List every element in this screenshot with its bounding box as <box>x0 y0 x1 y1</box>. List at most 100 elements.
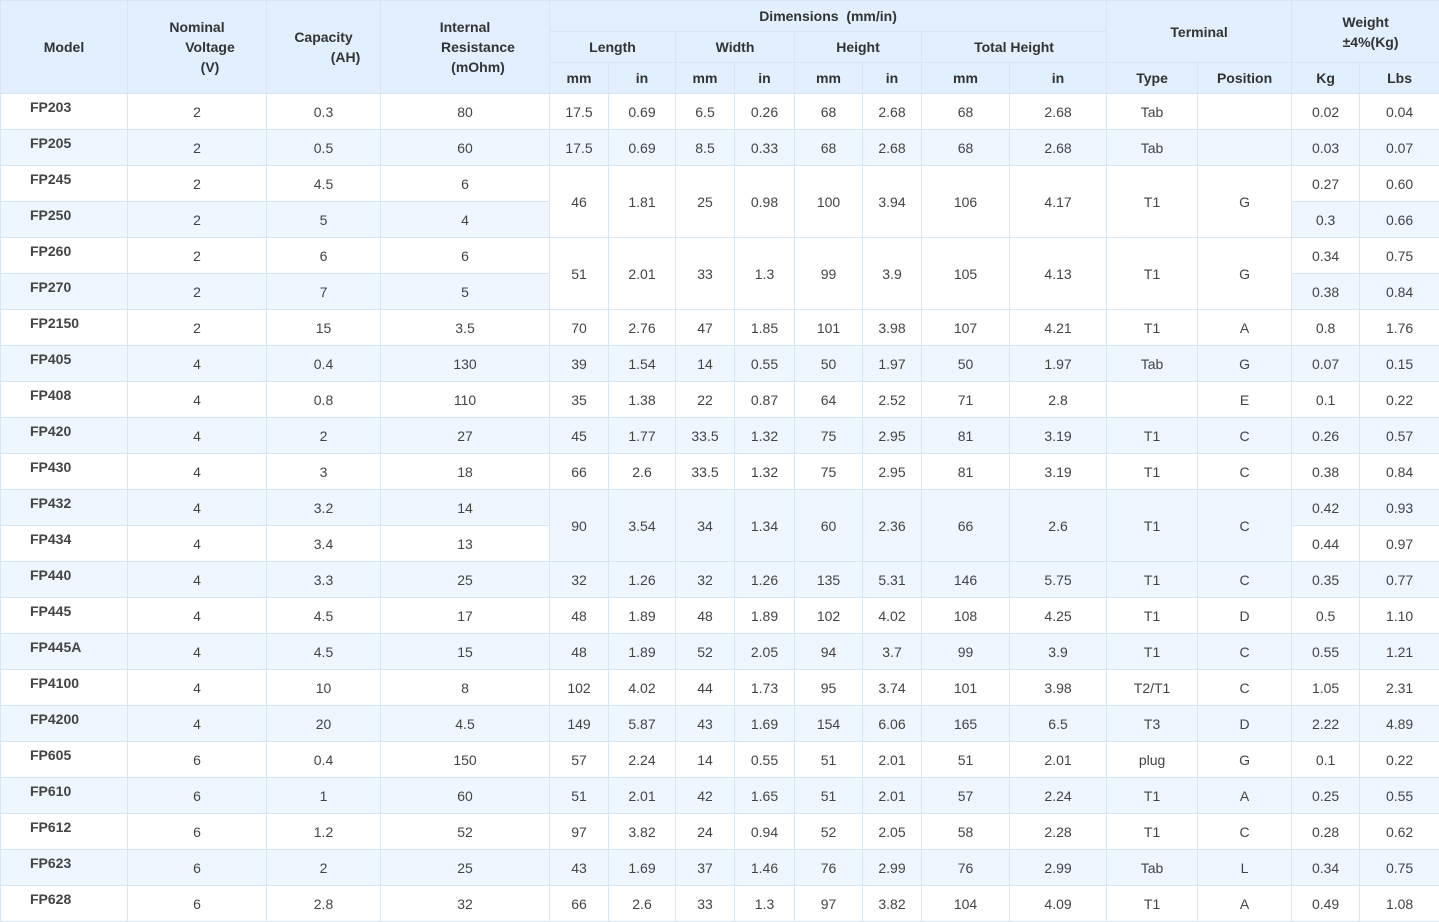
total-height-in-cell: 4.25 <box>1010 598 1107 634</box>
weight-lbs-cell: 1.08 <box>1360 886 1439 922</box>
weight-lbs-cell: 0.07 <box>1360 130 1439 166</box>
header-voltage-line1: Nominal <box>169 19 224 35</box>
height-in-cell: 5.31 <box>863 562 922 598</box>
capacity-cell: 2.8 <box>267 886 381 922</box>
voltage-cell: 2 <box>128 238 267 274</box>
weight-kg-cell: 0.35 <box>1292 562 1360 598</box>
width-mm-cell: 33 <box>676 238 735 310</box>
weight-kg-cell: 0.55 <box>1292 634 1360 670</box>
model-cell: FP612 <box>1 814 128 850</box>
width-mm-cell: 47 <box>676 310 735 346</box>
total-height-mm-cell: 107 <box>922 310 1010 346</box>
resistance-cell: 130 <box>381 346 550 382</box>
length-in-cell: 3.82 <box>609 814 676 850</box>
capacity-cell: 20 <box>267 706 381 742</box>
resistance-cell: 25 <box>381 850 550 886</box>
total-height-mm-cell: 81 <box>922 454 1010 490</box>
table-row: FP21502153.5702.76471.851013.981074.21T1… <box>1 310 1439 346</box>
length-in-cell: 4.02 <box>609 670 676 706</box>
width-in-cell: 1.3 <box>735 238 795 310</box>
capacity-cell: 3 <box>267 454 381 490</box>
width-mm-cell: 22 <box>676 382 735 418</box>
resistance-cell: 80 <box>381 94 550 130</box>
capacity-cell: 0.4 <box>267 346 381 382</box>
resistance-cell: 4.5 <box>381 706 550 742</box>
model-cell: FP2150 <box>1 310 128 346</box>
resistance-cell: 6 <box>381 166 550 202</box>
table-row: FP61261.252973.82240.94522.05582.28T1C0.… <box>1 814 1439 850</box>
terminal-type-cell: T1 <box>1107 490 1198 562</box>
table-row: FP60560.4150572.24140.55512.01512.01plug… <box>1 742 1439 778</box>
weight-kg-cell: 0.5 <box>1292 598 1360 634</box>
width-mm-cell: 33.5 <box>676 418 735 454</box>
width-mm-cell: 25 <box>676 166 735 238</box>
weight-kg-cell: 0.8 <box>1292 310 1360 346</box>
voltage-cell: 4 <box>128 562 267 598</box>
model-cell: FP205 <box>1 130 128 166</box>
capacity-cell: 4.5 <box>267 166 381 202</box>
length-in-cell: 2.6 <box>609 886 676 922</box>
table-row: FP42004204.51495.87431.691546.061656.5T3… <box>1 706 1439 742</box>
table-row: FP20320.38017.50.696.50.26682.68682.68Ta… <box>1 94 1439 130</box>
table-row: FP4204227451.7733.51.32752.95813.19T1C0.… <box>1 418 1439 454</box>
weight-kg-cell: 0.07 <box>1292 346 1360 382</box>
terminal-type-cell: Tab <box>1107 346 1198 382</box>
resistance-cell: 27 <box>381 418 550 454</box>
terminal-position-cell: A <box>1198 310 1292 346</box>
width-in-cell: 0.55 <box>735 346 795 382</box>
total-height-in-cell: 4.21 <box>1010 310 1107 346</box>
voltage-cell: 4 <box>128 382 267 418</box>
height-in-cell: 1.97 <box>863 346 922 382</box>
terminal-position-cell: C <box>1198 562 1292 598</box>
weight-lbs-cell: 0.57 <box>1360 418 1439 454</box>
model-cell: FP432 <box>1 490 128 526</box>
voltage-cell: 2 <box>128 166 267 202</box>
weight-lbs-cell: 0.75 <box>1360 850 1439 886</box>
table-row: FP4304318662.633.51.32752.95813.19T1C0.3… <box>1 454 1439 490</box>
length-in-cell: 1.77 <box>609 418 676 454</box>
terminal-position-cell: G <box>1198 166 1292 238</box>
total-height-mm-cell: 101 <box>922 670 1010 706</box>
height-mm-cell: 102 <box>795 598 863 634</box>
width-in-cell: 1.85 <box>735 310 795 346</box>
terminal-position-cell: A <box>1198 886 1292 922</box>
width-in-cell: 1.46 <box>735 850 795 886</box>
capacity-cell: 1.2 <box>267 814 381 850</box>
terminal-type-cell: T1 <box>1107 166 1198 238</box>
weight-kg-cell: 0.02 <box>1292 94 1360 130</box>
length-in-cell: 3.54 <box>609 490 676 562</box>
header-voltage-line2: Voltage <box>132 37 262 57</box>
length-in-cell: 2.76 <box>609 310 676 346</box>
width-in-cell: 1.73 <box>735 670 795 706</box>
terminal-type-cell: T1 <box>1107 886 1198 922</box>
height-in-cell: 3.82 <box>863 886 922 922</box>
weight-kg-cell: 0.1 <box>1292 382 1360 418</box>
terminal-position-cell: D <box>1198 598 1292 634</box>
terminal-type-cell: T1 <box>1107 778 1198 814</box>
model-cell: FP430 <box>1 454 128 490</box>
header-dimensions: Dimensions (mm/in) <box>550 1 1107 32</box>
length-in-cell: 2.01 <box>609 238 676 310</box>
total-height-in-cell: 2.24 <box>1010 778 1107 814</box>
header-height-mm: mm <box>795 63 863 94</box>
length-mm-cell: 149 <box>550 706 609 742</box>
width-mm-cell: 44 <box>676 670 735 706</box>
height-in-cell: 3.94 <box>863 166 922 238</box>
weight-kg-cell: 0.38 <box>1292 274 1360 310</box>
voltage-cell: 4 <box>128 526 267 562</box>
length-mm-cell: 46 <box>550 166 609 238</box>
table-row: FP40540.4130391.54140.55501.97501.97TabG… <box>1 346 1439 382</box>
voltage-cell: 4 <box>128 634 267 670</box>
weight-lbs-cell: 4.89 <box>1360 706 1439 742</box>
voltage-cell: 2 <box>128 202 267 238</box>
width-in-cell: 1.26 <box>735 562 795 598</box>
weight-lbs-cell: 0.77 <box>1360 562 1439 598</box>
total-height-in-cell: 2.6 <box>1010 490 1107 562</box>
terminal-position-cell: E <box>1198 382 1292 418</box>
total-height-in-cell: 2.01 <box>1010 742 1107 778</box>
terminal-position-cell: G <box>1198 742 1292 778</box>
length-in-cell: 1.38 <box>609 382 676 418</box>
terminal-type-cell: T1 <box>1107 634 1198 670</box>
voltage-cell: 4 <box>128 598 267 634</box>
voltage-cell: 2 <box>128 274 267 310</box>
